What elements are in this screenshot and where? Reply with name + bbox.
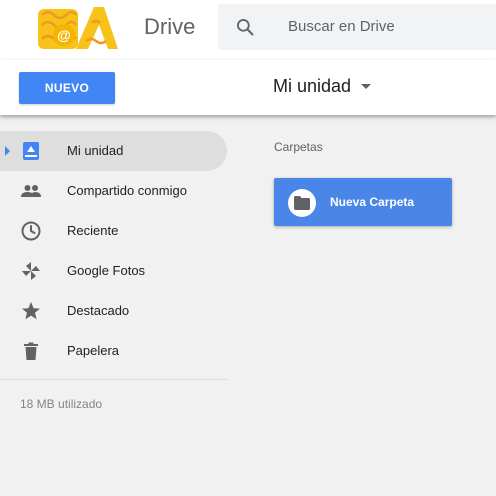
top-bar: @ Drive — [0, 0, 496, 60]
folder-icon-badge — [288, 189, 316, 217]
section-title: Carpetas — [274, 140, 323, 154]
sidebar-item-label: Papelera — [67, 343, 120, 358]
sidebar-item-recent[interactable]: Reciente — [0, 211, 227, 251]
sidebar: Mi unidad Compartido conmigo Reciente Go… — [0, 115, 227, 496]
search-bar[interactable] — [218, 4, 496, 50]
folder-item[interactable]: Nueva Carpeta — [274, 178, 452, 226]
pinwheel-icon — [22, 262, 40, 280]
sidebar-item-label: Google Fotos — [67, 263, 146, 278]
storage-usage: 18 MB utilizado — [20, 397, 103, 411]
new-button[interactable]: NUEVO — [19, 72, 115, 104]
breadcrumb[interactable]: Mi unidad — [273, 76, 372, 97]
sidebar-item-label: Mi unidad — [67, 143, 124, 158]
sidebar-item-trash[interactable]: Papelera — [0, 331, 227, 371]
sidebar-item-photos[interactable]: Google Fotos — [0, 251, 227, 291]
sidebar-item-label: Compartido conmigo — [67, 183, 187, 198]
brand-logo[interactable]: @ — [36, 3, 120, 53]
trash-icon — [24, 342, 38, 360]
clock-icon — [21, 221, 41, 241]
folder-label: Nueva Carpeta — [330, 195, 415, 209]
sidebar-divider — [0, 379, 227, 380]
svg-text:@: @ — [57, 27, 71, 43]
chevron-down-icon[interactable] — [361, 84, 372, 89]
sidebar-item-my-drive[interactable]: Mi unidad — [0, 131, 227, 171]
expand-arrow-icon[interactable] — [5, 146, 10, 156]
toolbar: NUEVO Mi unidad — [0, 60, 496, 115]
app-title: Drive — [144, 14, 196, 39]
star-icon — [22, 302, 40, 320]
sidebar-item-label: Reciente — [67, 223, 119, 238]
search-input[interactable] — [288, 18, 488, 35]
sidebar-item-shared[interactable]: Compartido conmigo — [0, 171, 227, 211]
folder-icon — [294, 196, 310, 210]
sidebar-item-starred[interactable]: Destacado — [0, 291, 227, 331]
my-drive-icon — [23, 142, 39, 160]
people-icon — [21, 185, 41, 197]
breadcrumb-label[interactable]: Mi unidad — [273, 76, 351, 97]
search-icon[interactable] — [235, 17, 255, 37]
sidebar-item-label: Destacado — [67, 303, 130, 318]
